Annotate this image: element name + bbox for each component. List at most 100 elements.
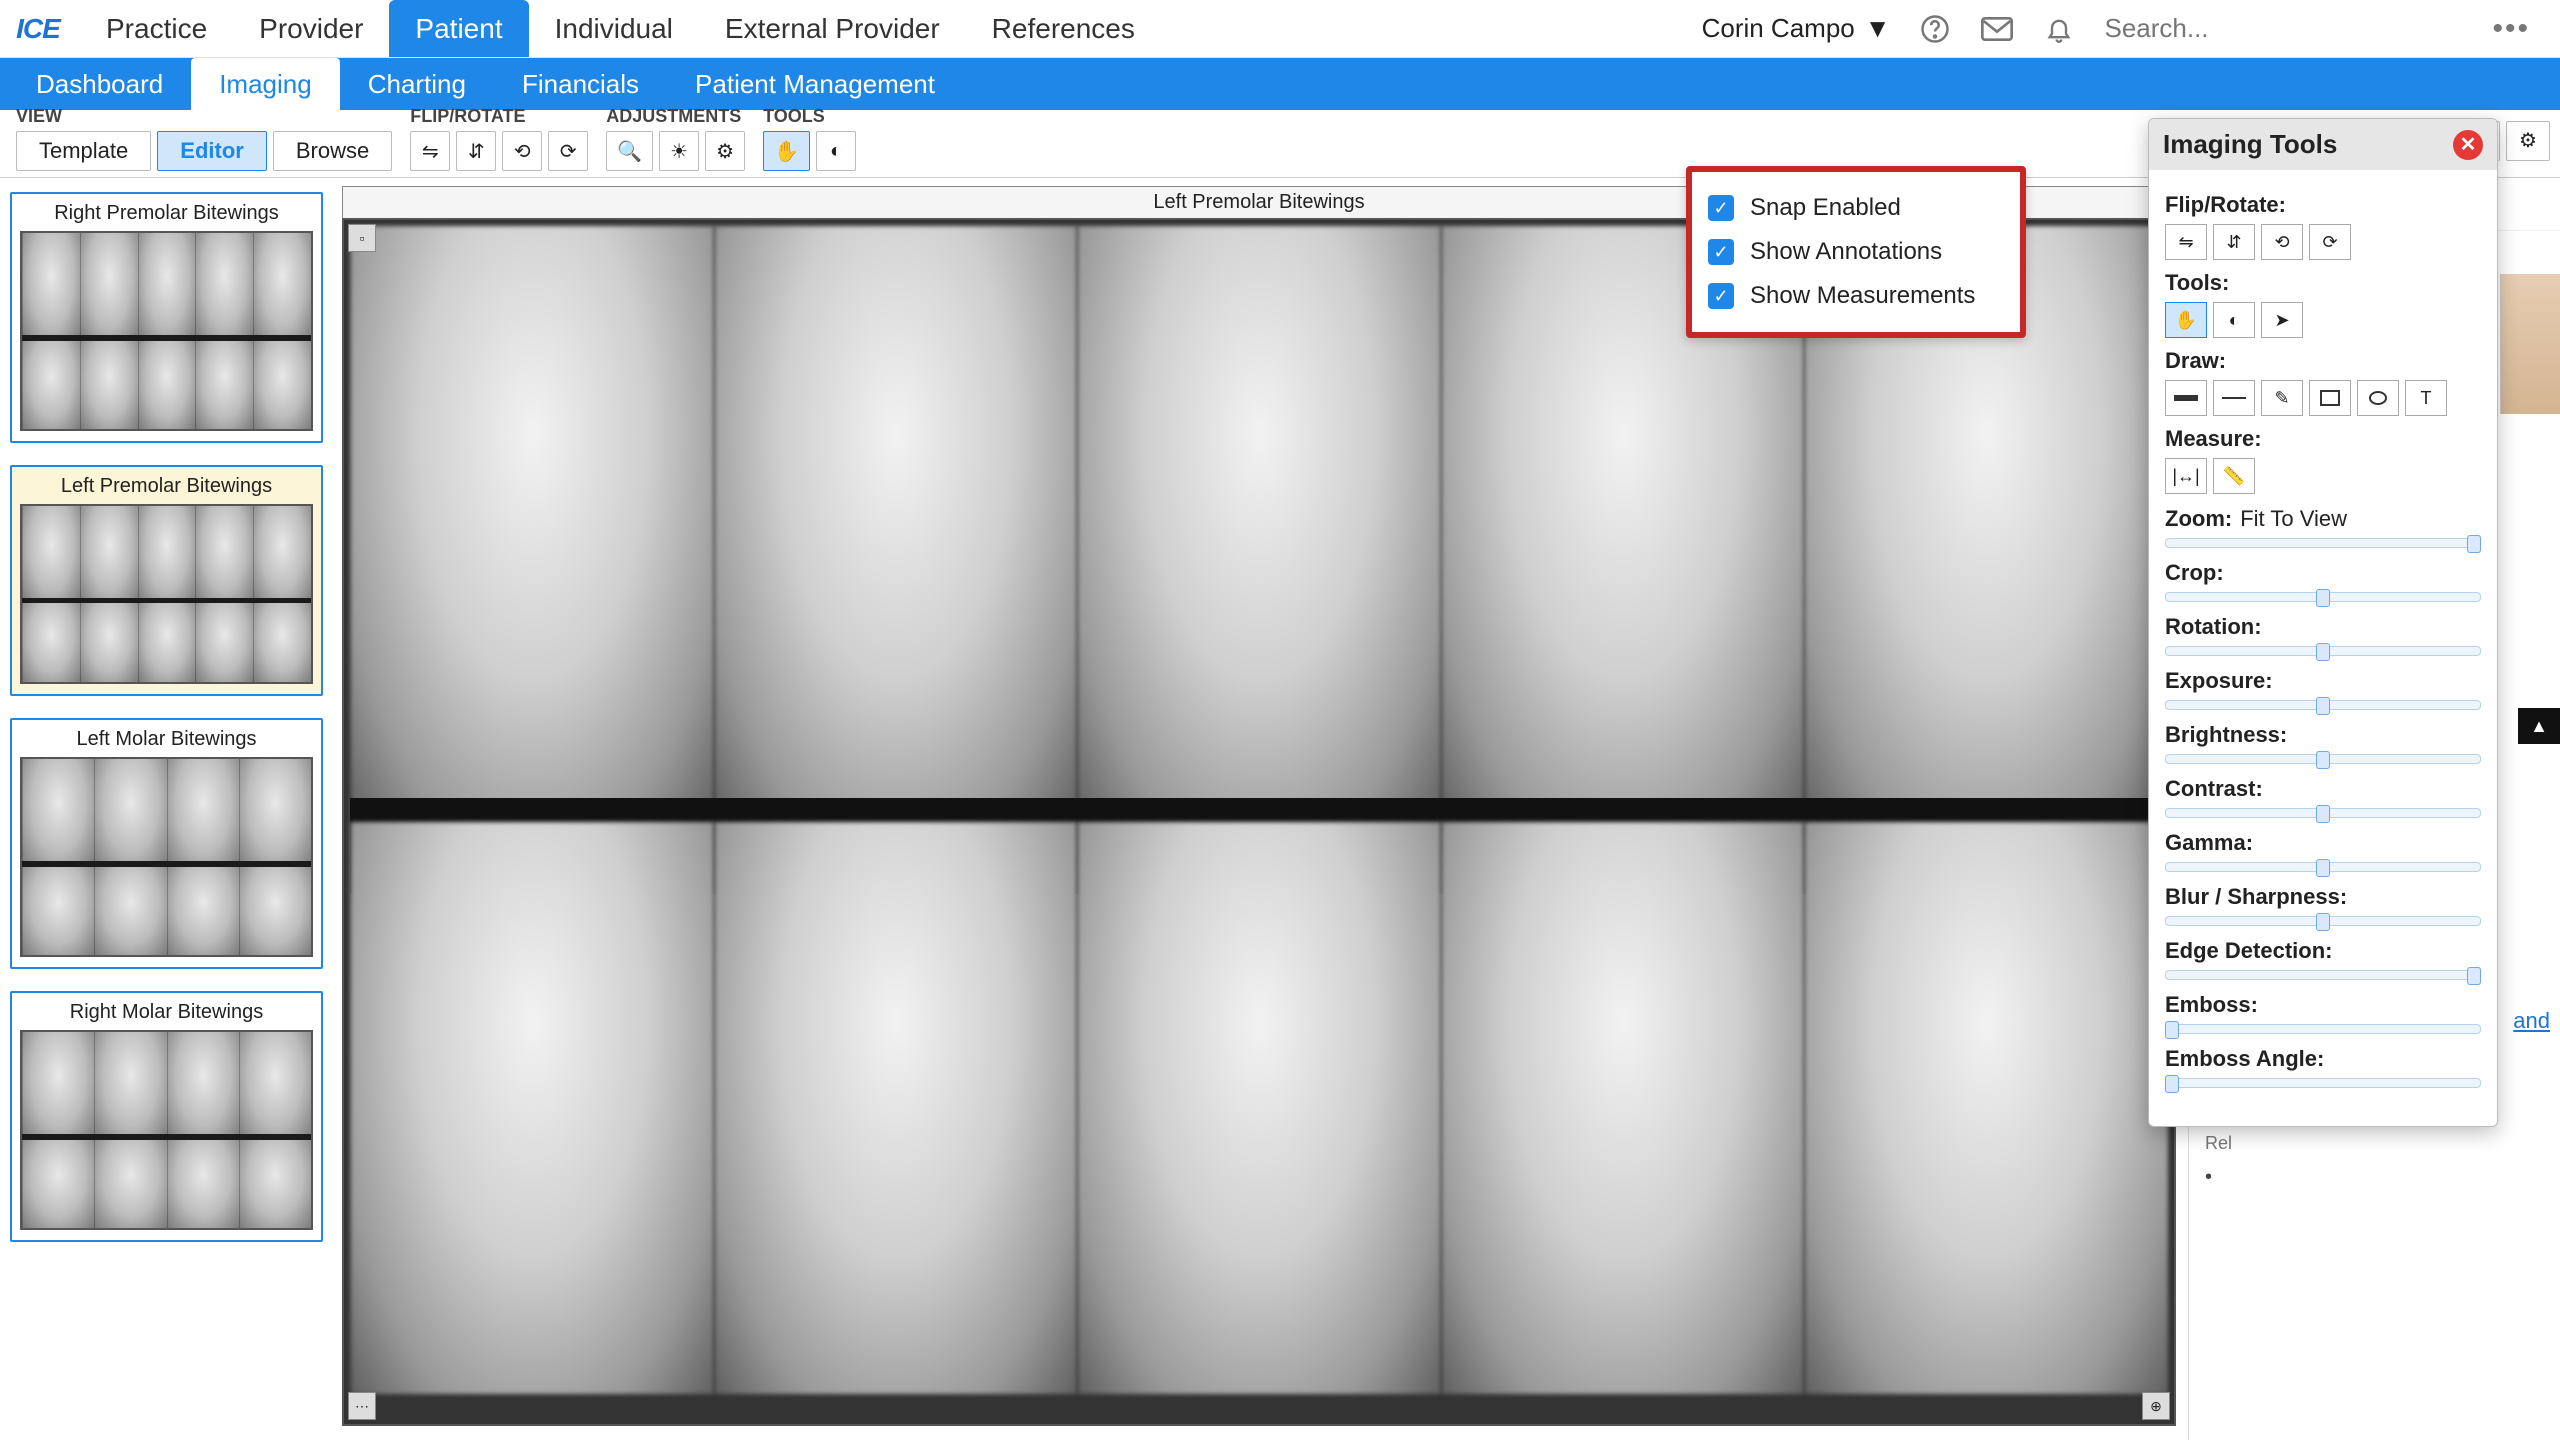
group-adjust-label: ADJUSTMENTS	[606, 106, 745, 127]
option-snap-enabled[interactable]: ✓ Snap Enabled	[1708, 186, 2004, 230]
corner-handle-bl[interactable]: ⋯	[348, 1392, 376, 1420]
slider-track[interactable]	[2165, 862, 2481, 872]
corner-handle-tl[interactable]: ▫	[348, 224, 376, 252]
settings-adjust-button[interactable]: ⚙	[705, 131, 745, 171]
slider-track[interactable]	[2165, 1078, 2481, 1088]
subnav-financials[interactable]: Financials	[494, 58, 667, 110]
slider-rotation: Rotation:	[2165, 614, 2481, 656]
thumb-right-premolar[interactable]: Right Premolar Bitewings	[10, 192, 323, 443]
slider-thumb[interactable]	[2467, 535, 2481, 553]
slider-blursharpness: Blur / Sharpness:	[2165, 884, 2481, 926]
mini-rotate-l[interactable]: ⟲	[2261, 224, 2303, 260]
option-label: Show Annotations	[1750, 238, 1942, 266]
thumb-title: Right Premolar Bitewings	[12, 194, 321, 231]
zoom-button[interactable]: 🔍	[606, 131, 653, 171]
slider-track[interactable]	[2165, 538, 2481, 548]
tab-external-provider[interactable]: External Provider	[699, 0, 966, 57]
slider-contrast: Contrast:	[2165, 776, 2481, 818]
thumb-image	[20, 231, 313, 431]
bell-icon[interactable]	[2042, 12, 2076, 46]
flip-vertical-button[interactable]: ⇵	[456, 131, 496, 171]
expand-side-tab[interactable]: ▲	[2518, 708, 2560, 744]
mini-rotate-r[interactable]: ⟳	[2309, 224, 2351, 260]
pan-tool-button[interactable]: ✋	[763, 131, 810, 171]
brightness-button[interactable]: ☀	[659, 131, 699, 171]
mini-contrast[interactable]: ◐	[2213, 302, 2255, 338]
slider-track[interactable]	[2165, 646, 2481, 656]
slider-thumb[interactable]	[2316, 697, 2330, 715]
mini-flip-h[interactable]: ⇋	[2165, 224, 2207, 260]
slider-label: Zoom:Fit To View	[2165, 506, 2481, 532]
slider-track[interactable]	[2165, 1024, 2481, 1034]
checkbox-checked-icon[interactable]: ✓	[1708, 239, 1734, 265]
slider-track[interactable]	[2165, 592, 2481, 602]
draw-text[interactable]: T	[2405, 380, 2447, 416]
thumb-image	[20, 504, 313, 684]
slider-track[interactable]	[2165, 754, 2481, 764]
tab-provider[interactable]: Provider	[233, 0, 389, 57]
mini-flip-v[interactable]: ⇵	[2213, 224, 2255, 260]
section-flip: Flip/Rotate:	[2165, 192, 2481, 218]
expand-link[interactable]: and	[2513, 1008, 2550, 1034]
slider-thumb[interactable]	[2467, 967, 2481, 985]
slider-thumb[interactable]	[2316, 643, 2330, 661]
draw-thick-line[interactable]	[2165, 380, 2207, 416]
draw-ellipse[interactable]	[2357, 380, 2399, 416]
subnav-imaging[interactable]: Imaging	[191, 58, 340, 110]
user-menu[interactable]: Corin Campo ▼	[1702, 13, 1891, 44]
group-adjust: ADJUSTMENTS 🔍 ☀ ⚙	[606, 106, 745, 171]
slider-thumb[interactable]	[2316, 859, 2330, 877]
contrast-tool-button[interactable]: ◐	[816, 131, 856, 171]
slider-track[interactable]	[2165, 916, 2481, 926]
tools-panel-title: Imaging Tools	[2163, 129, 2337, 160]
slider-track[interactable]	[2165, 970, 2481, 980]
rotate-right-button[interactable]: ⟳	[548, 131, 588, 171]
subnav-charting[interactable]: Charting	[340, 58, 494, 110]
option-show-measurements[interactable]: ✓ Show Measurements	[1708, 274, 2004, 318]
slider-track[interactable]	[2165, 808, 2481, 818]
checkbox-checked-icon[interactable]: ✓	[1708, 195, 1734, 221]
thumb-right-molar[interactable]: Right Molar Bitewings	[10, 991, 323, 1242]
option-show-annotations[interactable]: ✓ Show Annotations	[1708, 230, 2004, 274]
help-icon[interactable]	[1918, 12, 1952, 46]
search-input-wrap	[2104, 13, 2464, 44]
draw-pencil[interactable]: ✎	[2261, 380, 2303, 416]
checkbox-checked-icon[interactable]: ✓	[1708, 283, 1734, 309]
rotate-left-button[interactable]: ⟲	[502, 131, 542, 171]
corner-handle-br[interactable]: ⊕	[2142, 1392, 2170, 1420]
slider-thumb[interactable]	[2316, 589, 2330, 607]
draw-thin-line[interactable]	[2213, 380, 2255, 416]
tab-references[interactable]: References	[966, 0, 1161, 57]
slider-thumb[interactable]	[2316, 751, 2330, 769]
image-canvas[interactable]: ▫ ⋯ ⊕	[342, 218, 2176, 1426]
slider-thumb[interactable]	[2165, 1021, 2179, 1039]
subnav-dashboard[interactable]: Dashboard	[8, 58, 191, 110]
mail-icon[interactable]	[1980, 12, 2014, 46]
slider-track[interactable]	[2165, 700, 2481, 710]
flip-horizontal-button[interactable]: ⇋	[410, 131, 450, 171]
app-logo: ICE	[6, 9, 70, 49]
settings-gear-button[interactable]: ⚙	[2506, 121, 2550, 161]
measure-ruler[interactable]: 📏	[2213, 458, 2255, 494]
mini-pointer[interactable]: ➤	[2261, 302, 2303, 338]
draw-rect[interactable]	[2309, 380, 2351, 416]
tools-panel-header[interactable]: Imaging Tools ✕	[2149, 119, 2497, 170]
thumb-left-premolar[interactable]: Left Premolar Bitewings	[10, 465, 323, 696]
subnav-patient-management[interactable]: Patient Management	[667, 58, 963, 110]
measure-distance[interactable]: |↔|	[2165, 458, 2207, 494]
view-template-button[interactable]: Template	[16, 131, 151, 171]
tab-individual[interactable]: Individual	[529, 0, 699, 57]
slider-thumb[interactable]	[2165, 1075, 2179, 1093]
slider-thumb[interactable]	[2316, 913, 2330, 931]
slider-thumb[interactable]	[2316, 805, 2330, 823]
group-view-label: VIEW	[16, 106, 392, 127]
mini-pan[interactable]: ✋	[2165, 302, 2207, 338]
close-icon[interactable]: ✕	[2453, 130, 2483, 160]
view-browse-button[interactable]: Browse	[273, 131, 392, 171]
tab-practice[interactable]: Practice	[80, 0, 233, 57]
more-menu-icon[interactable]: •••	[2492, 12, 2530, 46]
tab-patient[interactable]: Patient	[389, 0, 528, 57]
search-input[interactable]	[2104, 13, 2464, 44]
view-editor-button[interactable]: Editor	[157, 131, 267, 171]
thumb-left-molar[interactable]: Left Molar Bitewings	[10, 718, 323, 969]
